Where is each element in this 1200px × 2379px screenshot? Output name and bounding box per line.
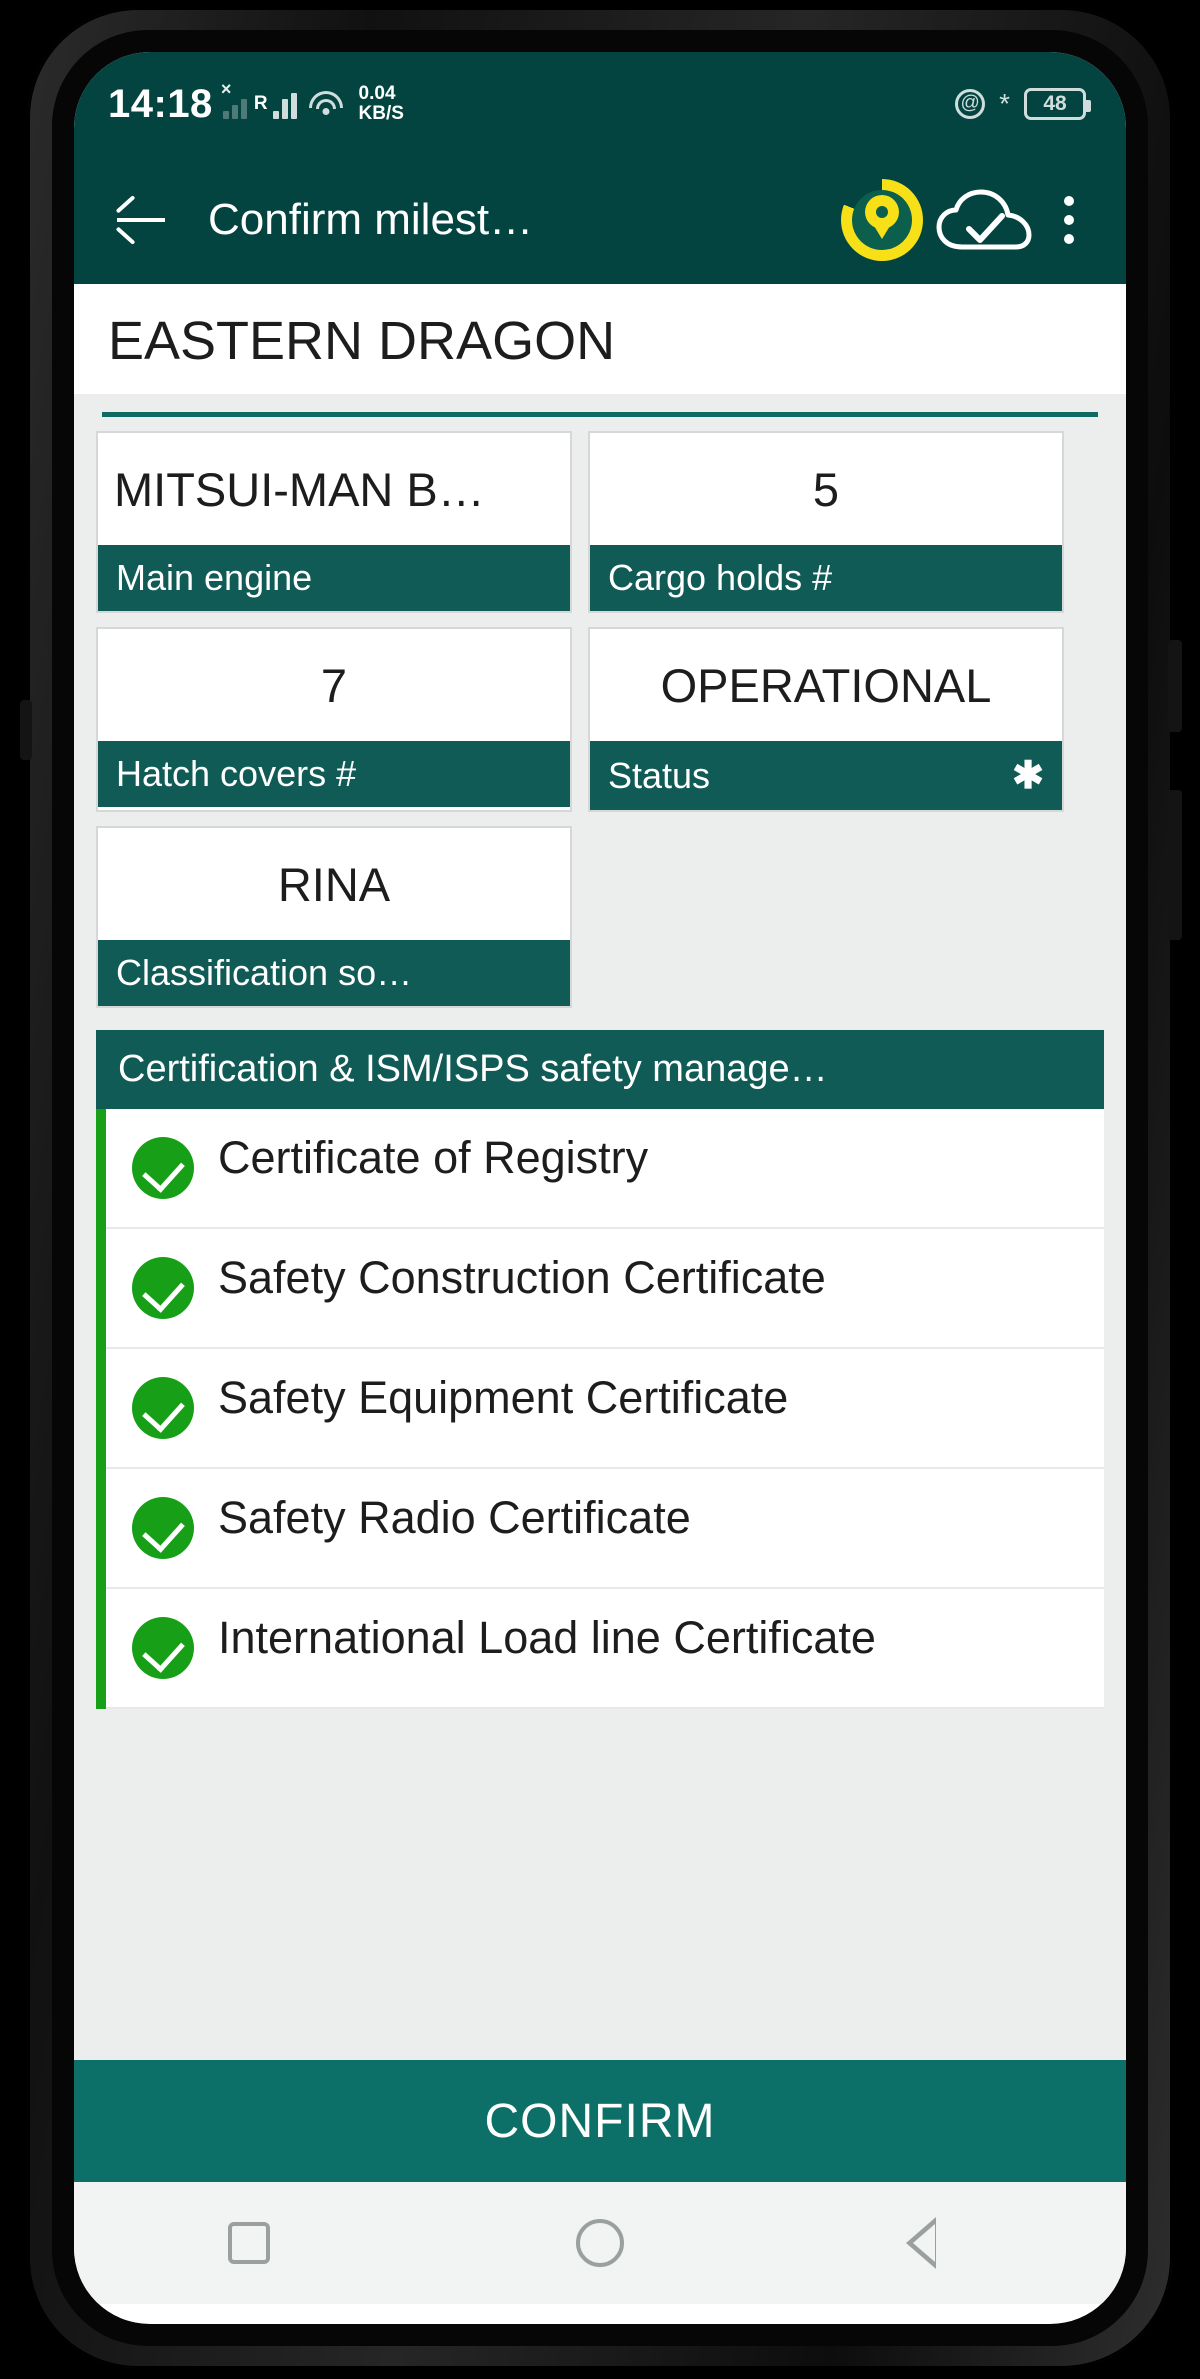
check-circle-icon[interactable] — [132, 1137, 194, 1199]
back-triangle-icon — [905, 2217, 966, 2269]
battery-percent: 48 — [1043, 92, 1067, 115]
confirm-button[interactable]: CONFIRM — [74, 2060, 1126, 2182]
detail-field-value: 5 — [812, 462, 840, 516]
detail-field[interactable]: RINA Classification so… — [96, 826, 572, 1008]
network-speed-unit: KB/S — [358, 103, 404, 124]
certification-item-label: Safety Radio Certificate — [218, 1492, 691, 1543]
recents-square-icon — [228, 2222, 271, 2264]
detail-field-label-text: Main engine — [116, 557, 313, 598]
status-bar-right: * 48 — [955, 88, 1091, 120]
detail-field-label-text: Cargo holds # — [608, 557, 833, 598]
vessel-details-grid: MITSUI-MAN B… Main engine 5 Cargo holds # 7 H… — [74, 417, 1126, 1008]
form-content: EASTERN DRAGON MITSUI-MAN B… Main engine 5… — [74, 284, 1126, 2060]
assistant-button[interactable] — [20, 700, 32, 760]
wifi-icon — [307, 89, 345, 119]
timer-progress-icon — [841, 179, 923, 261]
bluetooth-icon: * — [999, 88, 1010, 119]
certification-item-label: Safety Construction Certificate — [218, 1252, 826, 1303]
certification-section-header: Certification & ISM/ISPS safety manage… — [96, 1030, 1104, 1109]
certification-list-item[interactable]: Safety Equipment Certificate — [106, 1349, 1104, 1469]
certification-item-label: Certificate of Registry — [218, 1132, 649, 1183]
signal-bars-icon: × R — [221, 79, 297, 119]
detail-field-value: RINA — [277, 857, 391, 911]
certification-item-label: International Load line Certificate — [218, 1612, 876, 1663]
detail-field-label: Hatch covers # — [98, 741, 570, 807]
detail-field-label-text: Classification so… — [116, 952, 413, 993]
detail-field-value: 7 — [320, 658, 348, 712]
overflow-menu-icon — [1064, 196, 1074, 206]
phone-screen: 14:18 × R 0.04 KB/S * 48 — [74, 52, 1126, 2324]
home-circle-icon — [575, 2219, 624, 2267]
page-title: Confirm milest… — [208, 195, 534, 244]
volume-button[interactable] — [1168, 640, 1182, 732]
vessel-name-value: EASTERN DRAGON — [108, 311, 616, 371]
detail-field-value: MITSUI-MAN B… — [114, 462, 485, 516]
no-sim-marker: × — [220, 79, 232, 99]
certification-list-item[interactable]: International Load line Certificate — [106, 1589, 1104, 1709]
certification-item-label: Safety Equipment Certificate — [218, 1372, 789, 1423]
roaming-icon: R — [253, 93, 268, 114]
overflow-menu-button[interactable] — [1038, 175, 1100, 265]
detail-field-value: OPERATIONAL — [660, 658, 992, 712]
detail-field[interactable]: MITSUI-MAN B… Main engine — [96, 431, 572, 613]
detail-field-label-text: Status — [608, 754, 711, 796]
certification-list-item[interactable]: Safety Radio Certificate — [106, 1469, 1104, 1589]
battery-icon: 48 — [1024, 88, 1091, 120]
detail-field-label: Status ✱ — [590, 741, 1062, 810]
status-bar: 14:18 × R 0.04 KB/S * 48 — [74, 52, 1126, 156]
detail-field-label: Cargo holds # — [590, 545, 1062, 611]
power-button[interactable] — [1168, 790, 1182, 940]
check-circle-icon[interactable] — [132, 1617, 194, 1679]
location-icon — [955, 89, 986, 119]
back-arrow-icon — [117, 218, 165, 222]
home-button[interactable] — [540, 2182, 660, 2304]
check-circle-icon[interactable] — [132, 1257, 194, 1319]
timer-progress-button[interactable] — [834, 172, 930, 268]
certification-list-item[interactable]: Safety Construction Certificate — [106, 1229, 1104, 1349]
network-speed-indicator: 0.04 KB/S — [359, 84, 404, 124]
cloud-sync-icon — [936, 189, 1032, 250]
certification-list: Certificate of Registry Safety Constructi… — [96, 1109, 1104, 1709]
detail-field-label: Classification so… — [98, 940, 570, 1006]
recents-button[interactable] — [189, 2182, 309, 2304]
detail-field[interactable]: OPERATIONAL Status ✱ — [588, 627, 1064, 812]
app-bar: Confirm milest… — [74, 156, 1126, 284]
detail-field[interactable]: 7 Hatch covers # — [96, 627, 572, 812]
cloud-sync-button[interactable] — [936, 172, 1032, 268]
status-time: 14:18 — [108, 81, 213, 126]
android-navigation-bar — [74, 2182, 1126, 2304]
detail-field-label-text: Hatch covers # — [116, 753, 357, 794]
check-circle-icon[interactable] — [132, 1377, 194, 1439]
back-nav-button[interactable] — [891, 2182, 1011, 2304]
back-button[interactable] — [104, 183, 178, 257]
check-circle-icon[interactable] — [132, 1497, 194, 1559]
certification-list-item[interactable]: Certificate of Registry — [106, 1109, 1104, 1229]
status-bar-left: 14:18 × R 0.04 KB/S — [108, 79, 404, 127]
vessel-name-field[interactable]: EASTERN DRAGON — [74, 284, 1126, 394]
required-asterisk-icon: ✱ — [1012, 755, 1044, 797]
detail-field[interactable]: 5 Cargo holds # — [588, 431, 1064, 613]
certification-card: Certification & ISM/ISPS safety manage… … — [96, 1030, 1104, 1709]
network-speed-value: 0.04 — [358, 83, 396, 104]
detail-field-label: Main engine — [98, 545, 570, 611]
